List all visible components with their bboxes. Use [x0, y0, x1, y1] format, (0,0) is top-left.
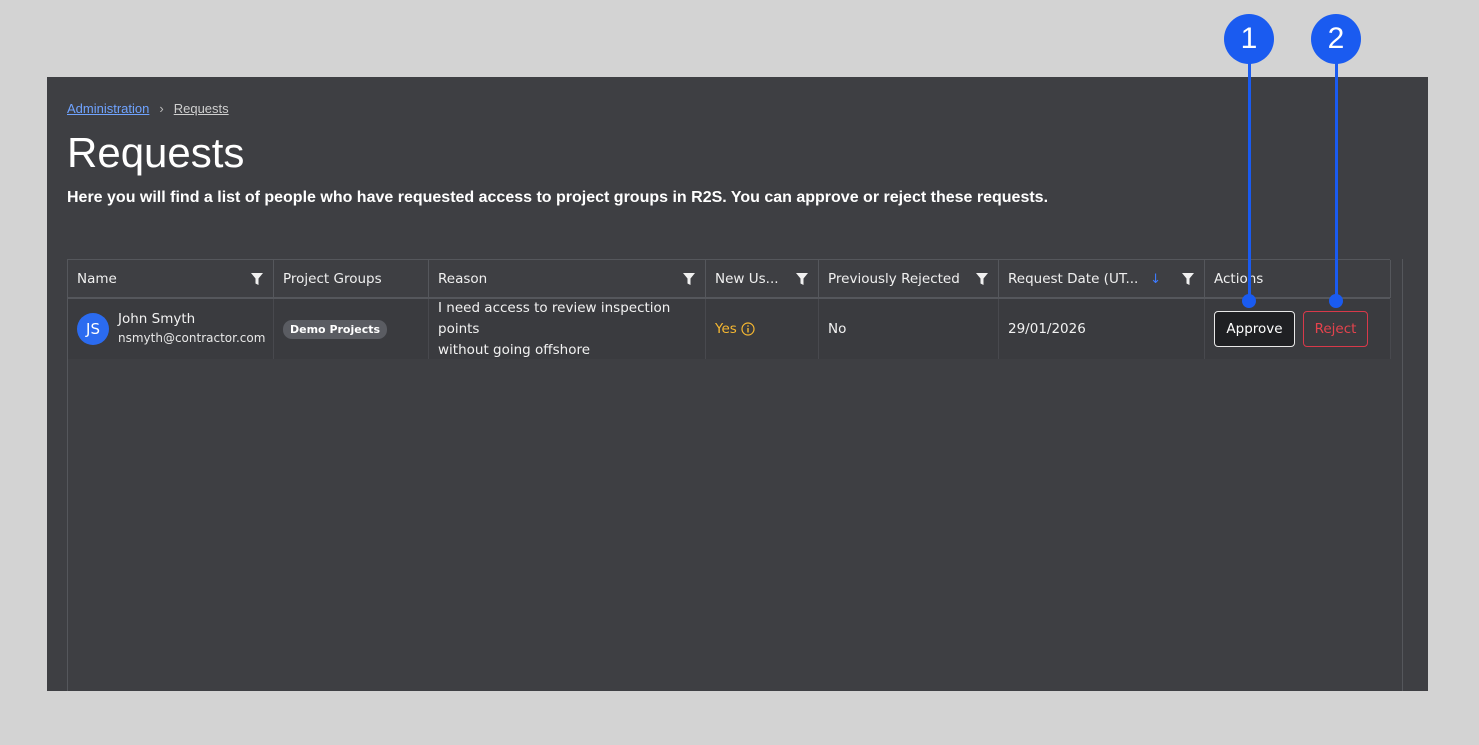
reason-line: without going offshore [438, 341, 591, 358]
user-info: John Smyth nsmyth@contractor.com [118, 310, 265, 348]
callout-1-anchor [1242, 294, 1256, 308]
column-header-new-user[interactable]: New Us... [706, 260, 819, 298]
cell-new-user: Yes [706, 299, 819, 359]
column-header-name[interactable]: Name [68, 260, 274, 298]
cell-reason: I need access to review inspection point… [429, 299, 706, 359]
column-header-reason[interactable]: Reason [429, 260, 706, 298]
cell-name: JS John Smyth nsmyth@contractor.com [68, 299, 274, 359]
column-header-previously-rejected[interactable]: Previously Rejected [819, 260, 999, 298]
page-description: Here you will find a list of people who … [67, 189, 1049, 206]
cell-previously-rejected: No [819, 299, 999, 359]
cell-actions: Approve Reject [1205, 299, 1391, 359]
table-header: Name Project Groups Reason New Us... Pre… [68, 259, 1391, 299]
callout-2-leader [1335, 60, 1338, 300]
page-title: Requests [67, 129, 245, 176]
new-user-value: Yes [715, 321, 737, 337]
sort-descending-icon[interactable]: ↓ [1150, 272, 1161, 287]
breadcrumb-separator: › [159, 101, 164, 116]
reason-text: I need access to review inspection point… [438, 298, 696, 361]
cell-request-date: 29/01/2026 [999, 299, 1205, 359]
approve-button[interactable]: Approve [1214, 311, 1295, 347]
user-email: nsmyth@contractor.com [118, 331, 266, 345]
request-date-value: 29/01/2026 [1008, 321, 1086, 337]
callout-1-leader [1248, 60, 1251, 300]
column-header-label: Reason [438, 271, 488, 287]
user-name: John Smyth [118, 311, 196, 327]
column-header-project-groups[interactable]: Project Groups [274, 260, 429, 298]
requests-panel: Administration › Requests Requests Here … [47, 77, 1428, 691]
cell-project-groups: Demo Projects [274, 299, 429, 359]
column-header-request-date[interactable]: Request Date (UT... ↓ [999, 260, 1205, 298]
column-header-label: Request Date (UT... [1008, 271, 1139, 287]
breadcrumb-current: Requests [173, 101, 229, 116]
filter-icon[interactable] [975, 272, 989, 286]
breadcrumb-link-administration[interactable]: Administration [67, 101, 149, 116]
requests-table: Name Project Groups Reason New Us... Pre… [67, 259, 1403, 691]
reason-line: I need access to review inspection point… [438, 299, 671, 337]
info-icon[interactable] [741, 322, 755, 336]
filter-icon[interactable] [795, 272, 809, 286]
column-header-label: Project Groups [283, 271, 382, 287]
filter-icon[interactable] [1181, 272, 1195, 286]
column-header-label: Actions [1214, 271, 1264, 287]
breadcrumb: Administration › Requests [67, 101, 229, 116]
column-header-label: Previously Rejected [828, 271, 960, 287]
reject-button[interactable]: Reject [1303, 311, 1368, 347]
table-row: JS John Smyth nsmyth@contractor.com Demo… [68, 299, 1391, 359]
filter-icon[interactable] [250, 272, 264, 286]
avatar: JS [77, 313, 109, 345]
column-header-label: Name [77, 271, 117, 287]
column-header-label: New Us... [715, 271, 779, 287]
project-group-chip: Demo Projects [283, 319, 388, 339]
column-header-actions: Actions [1205, 260, 1391, 298]
new-user-status: Yes [715, 321, 755, 337]
filter-icon[interactable] [682, 272, 696, 286]
callout-badge-1: 1 [1224, 14, 1274, 64]
previously-rejected-value: No [828, 321, 847, 337]
callout-badge-2: 2 [1311, 14, 1361, 64]
callout-2-anchor [1329, 294, 1343, 308]
